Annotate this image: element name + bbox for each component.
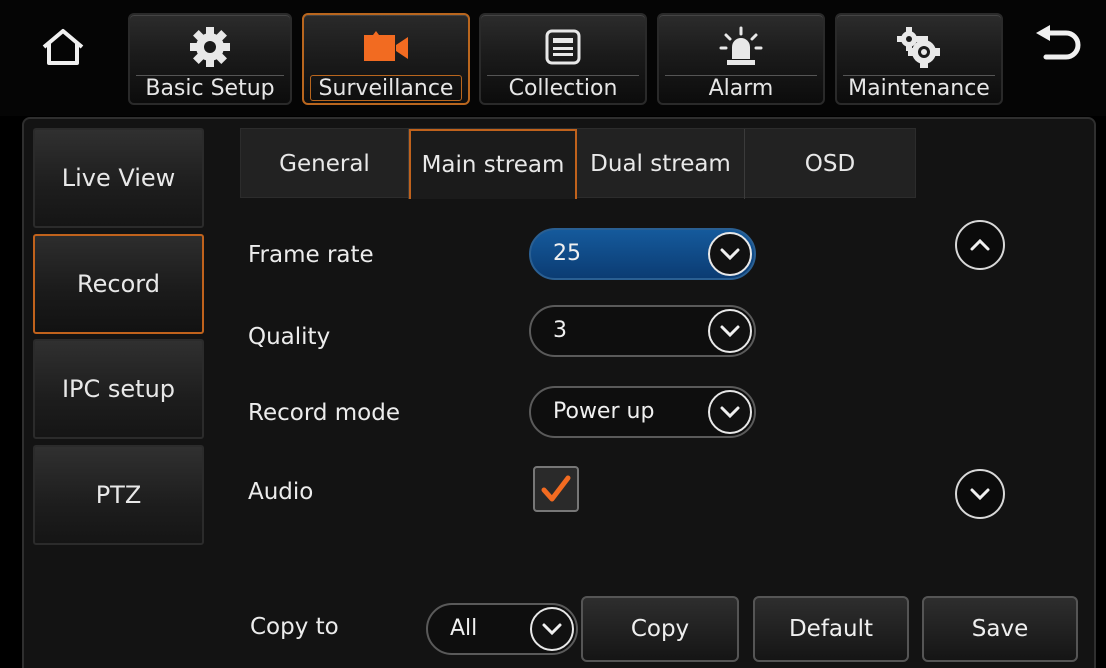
quality-dropdown[interactable]: 3: [529, 305, 756, 357]
subtab-label: Dual stream: [590, 151, 731, 177]
tab-maintenance[interactable]: Maintenance: [835, 13, 1003, 105]
sidebar-item-ipc-setup[interactable]: IPC setup: [33, 339, 204, 439]
copy-button[interactable]: Copy: [581, 596, 739, 662]
tab-alarm-label: Alarm: [665, 75, 817, 101]
chevron-down-icon: [708, 232, 752, 276]
tab-basic-setup[interactable]: Basic Setup: [128, 13, 292, 105]
frame-rate-value: 25: [553, 241, 581, 266]
tab-surveillance-label: Surveillance: [310, 75, 462, 101]
record-mode-value: Power up: [553, 399, 655, 424]
copy-to-dropdown[interactable]: All: [426, 603, 578, 655]
tab-basic-setup-label: Basic Setup: [136, 75, 284, 101]
chevron-down-icon: [708, 309, 752, 353]
sub-tab-bar: General Main stream Dual stream OSD: [240, 128, 916, 199]
save-button[interactable]: Save: [922, 596, 1078, 662]
record-mode-label: Record mode: [248, 400, 401, 426]
sidebar-item-label: PTZ: [95, 481, 142, 509]
maintenance-gear-icon: [897, 27, 940, 68]
copy-to-label: Copy to: [250, 614, 339, 640]
tab-collection-label: Collection: [487, 75, 639, 101]
scroll-up-button[interactable]: [955, 220, 1005, 270]
chevron-down-icon: [530, 607, 574, 651]
copy-to-value: All: [450, 616, 478, 641]
gear-icon: [190, 27, 230, 67]
chevron-down-icon: [708, 390, 752, 434]
sidebar-item-record[interactable]: Record: [33, 234, 204, 334]
sidebar-item-label: Live View: [61, 164, 176, 192]
audio-label: Audio: [248, 479, 314, 505]
sidebar-item-live-view[interactable]: Live View: [33, 128, 204, 228]
subtab-label: Main stream: [421, 152, 565, 178]
subtab-general[interactable]: General: [241, 129, 409, 199]
quality-value: 3: [553, 318, 567, 343]
main-panel: Live View Record IPC setup PTZ General M…: [22, 117, 1096, 668]
back-button[interactable]: [1024, 16, 1090, 76]
tab-maintenance-label: Maintenance: [843, 75, 995, 101]
subtab-label: OSD: [804, 151, 856, 177]
home-icon: [42, 29, 84, 65]
quality-label: Quality: [248, 324, 331, 350]
subtab-main-stream[interactable]: Main stream: [409, 129, 577, 199]
tab-alarm[interactable]: Alarm: [657, 13, 825, 105]
list-window-icon: [545, 29, 581, 65]
tab-surveillance[interactable]: Surveillance: [302, 13, 470, 105]
back-arrow-icon: [1036, 25, 1081, 60]
tab-collection[interactable]: Collection: [479, 13, 647, 105]
top-nav-bar: Basic Setup Surveillance Collection Alar…: [0, 0, 1106, 116]
camera-icon: [364, 31, 408, 61]
sidebar-item-label: IPC setup: [61, 375, 176, 403]
checkmark-icon: [541, 475, 571, 502]
default-button-label: Default: [788, 616, 874, 642]
sidebar-item-label: Record: [77, 270, 160, 298]
subtab-dual-stream[interactable]: Dual stream: [577, 129, 745, 199]
frame-rate-label: Frame rate: [248, 242, 374, 268]
scroll-down-button[interactable]: [955, 469, 1005, 519]
record-mode-dropdown[interactable]: Power up: [529, 386, 756, 438]
sidebar-item-ptz[interactable]: PTZ: [33, 445, 204, 545]
subtab-osd[interactable]: OSD: [745, 129, 915, 199]
audio-checkbox[interactable]: [533, 466, 579, 512]
home-button[interactable]: [30, 22, 96, 72]
save-button-label: Save: [971, 616, 1029, 642]
frame-rate-dropdown[interactable]: 25: [529, 228, 756, 280]
chevron-down-icon: [970, 488, 990, 501]
default-button[interactable]: Default: [753, 596, 909, 662]
subtab-label: General: [279, 151, 370, 177]
alarm-light-icon: [719, 26, 763, 65]
copy-button-label: Copy: [630, 616, 690, 642]
chevron-up-icon: [970, 238, 990, 251]
